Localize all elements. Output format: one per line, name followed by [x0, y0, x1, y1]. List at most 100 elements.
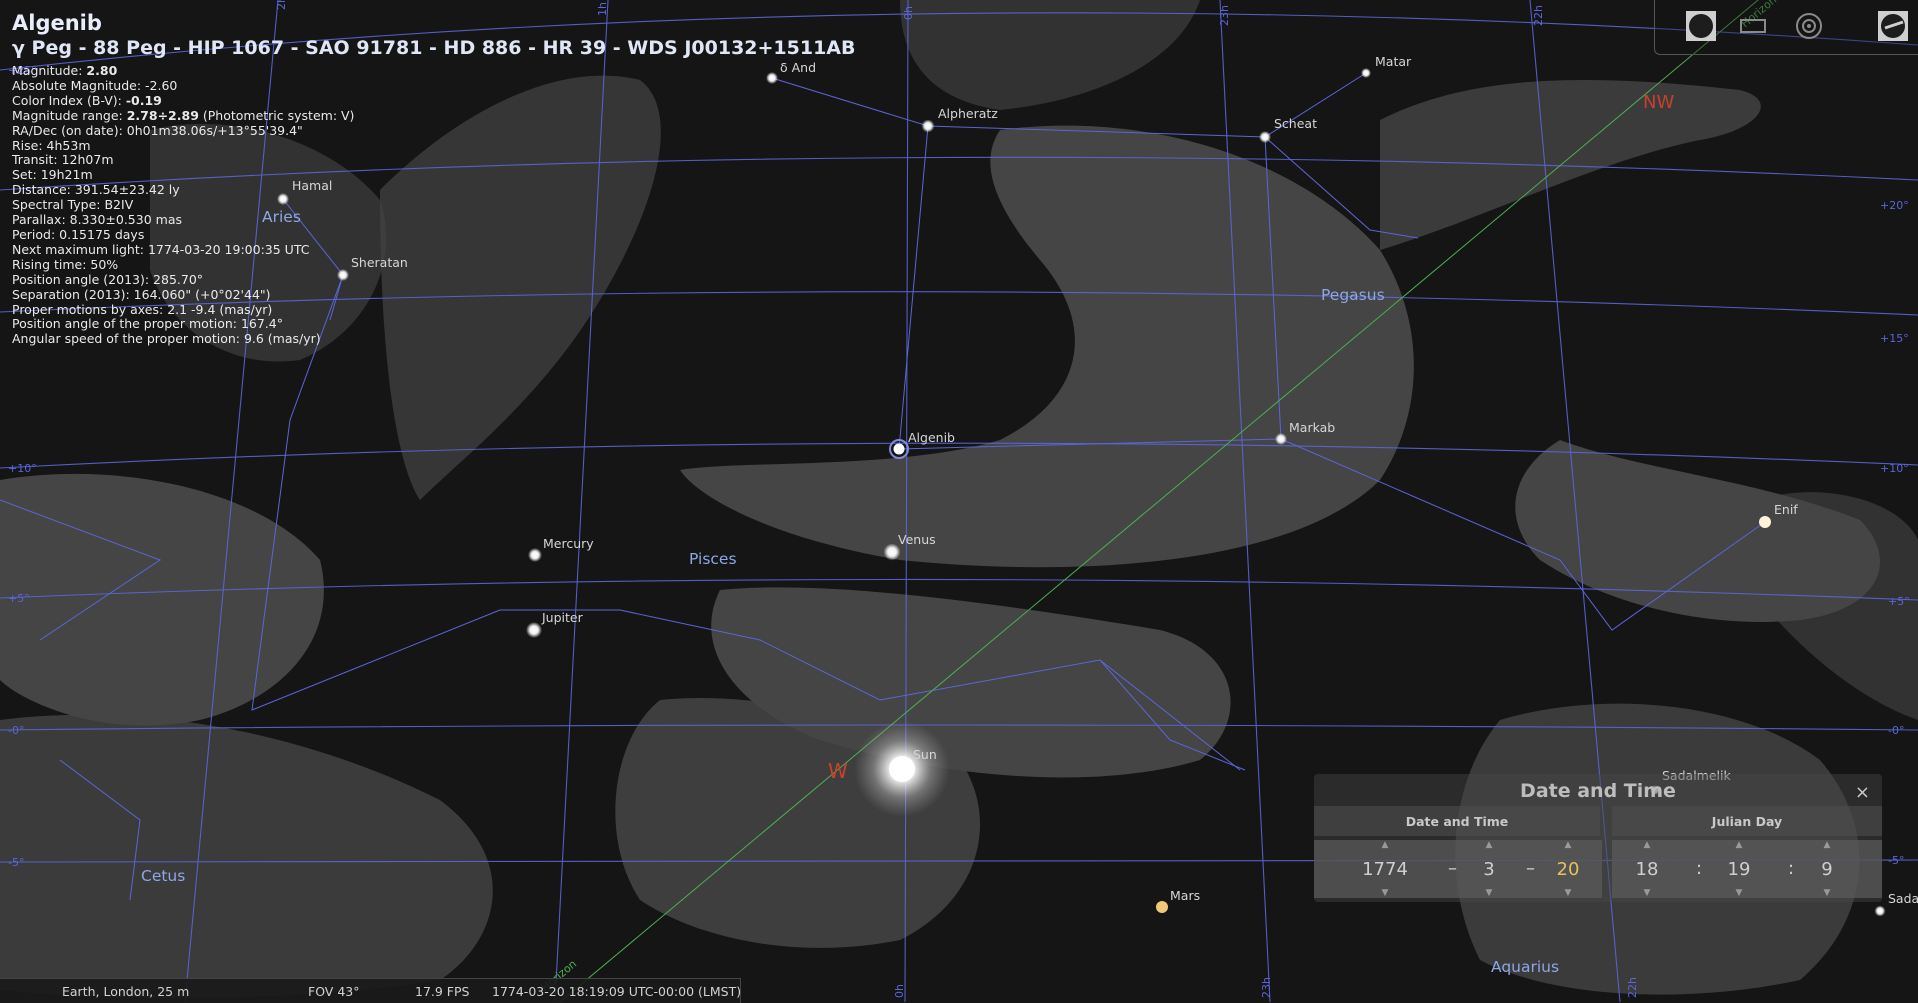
chevron-down-icon[interactable]: ▼ — [1824, 888, 1831, 898]
info-line: Absolute Magnitude: -2.60 — [12, 77, 856, 94]
dec-label-5-right: +5° — [1888, 595, 1910, 608]
info-line-label: Period: 0.15175 days — [12, 226, 145, 242]
dialog-title: Date and Time — [1520, 780, 1676, 802]
planet-toggle-icon[interactable] — [1683, 8, 1719, 44]
info-line-label: Proper motions by axes: 2.1 -9.4 (mas/yr… — [12, 301, 273, 317]
info-line-label: Position angle (2013): 285.70° — [12, 271, 204, 287]
info-line-label: Spectral Type: B2IV — [12, 197, 134, 213]
label-sun: Sun — [913, 747, 937, 762]
label-pegasus: Pegasus — [1321, 286, 1385, 304]
telescope-icon[interactable] — [1875, 8, 1911, 44]
sun-disk — [889, 756, 915, 782]
status-datetime[interactable]: 1774-03-20 18:19:09 UTC-00:00 (LMST) — [492, 984, 741, 999]
minute-value[interactable]: 19 — [1728, 859, 1751, 880]
info-line-value: -0.19 — [125, 92, 162, 108]
top-right-toolbar — [1654, 0, 1918, 55]
year-value[interactable]: 1774 — [1362, 859, 1408, 880]
info-line-label: Color Index (B-V): — [12, 92, 126, 108]
chevron-up-icon[interactable]: ▲ — [1486, 840, 1493, 850]
label-jupiter: Jupiter — [541, 610, 584, 625]
ra-label-2h: 2h — [275, 0, 288, 10]
info-line-label: Magnitude range: — [12, 107, 127, 123]
info-line: Spectral Type: B2IV — [12, 197, 856, 213]
info-line-label: Distance: 391.54±23.42 ly — [12, 182, 180, 198]
cardinal-w: W — [828, 759, 848, 783]
star-matar — [1361, 68, 1371, 78]
info-line-label: RA/Dec (on date): 0h01m38.06s/+13°55'39.… — [12, 122, 303, 138]
landscape-toggle-icon[interactable] — [1735, 8, 1771, 44]
label-markab: Markab — [1289, 420, 1335, 435]
planet-mercury — [528, 548, 542, 562]
day-value[interactable]: 20 — [1557, 859, 1580, 880]
star-enif — [1759, 516, 1771, 528]
status-location[interactable]: Earth, London, 25 m — [62, 984, 189, 999]
label-algenib: Algenib — [908, 430, 955, 445]
second-spinbox[interactable]: ▲ 9 ▼ — [1812, 840, 1842, 898]
object-name: Algenib — [12, 11, 102, 35]
info-line: Proper motions by axes: 2.1 -9.4 (mas/yr… — [12, 301, 856, 318]
info-line: Magnitude range: 2.78÷2.89 (Photometric … — [12, 107, 856, 124]
info-line-label: Angular speed of the proper motion: 9.6 … — [12, 331, 321, 347]
label-alpheratz: Alpheratz — [938, 106, 998, 121]
chevron-up-icon[interactable]: ▲ — [1565, 840, 1572, 850]
object-identifiers: γ Peg - 88 Peg - HIP 1067 - SAO 91781 - … — [12, 37, 856, 59]
info-line-value: 2.78÷2.89 — [126, 107, 199, 123]
info-line: Color Index (B-V): -0.19 — [12, 92, 856, 109]
tab-date-time[interactable]: Date and Time — [1314, 806, 1600, 836]
chevron-up-icon[interactable]: ▲ — [1824, 840, 1831, 850]
star-alpheratz — [921, 119, 935, 133]
dec-label-10-right: +10° — [1880, 462, 1909, 475]
target-icon[interactable] — [1791, 8, 1827, 44]
status-bar: Earth, London, 25 m FOV 43° 17.9 FPS 177… — [0, 978, 741, 1003]
info-line-label: Absolute Magnitude: -2.60 — [12, 77, 178, 93]
info-line: Parallax: 8.330±0.530 mas — [12, 212, 856, 228]
day-spinbox[interactable]: ▲ 20 ▼ — [1550, 840, 1586, 898]
info-line: Set: 19h21m — [12, 167, 856, 183]
info-line: Rising time: 50% — [12, 257, 856, 273]
chevron-up-icon[interactable]: ▲ — [1736, 840, 1743, 850]
time-separator: : — [1788, 858, 1795, 879]
star-sada — [1874, 905, 1886, 917]
info-line: Magnitude: 2.80 — [12, 63, 856, 79]
close-icon[interactable]: × — [1855, 782, 1870, 803]
month-value[interactable]: 3 — [1483, 859, 1494, 880]
ra-label-0h-bottom: 0h — [893, 984, 906, 998]
chevron-down-icon[interactable]: ▼ — [1486, 888, 1493, 898]
info-line: Position angle (2013): 285.70° — [12, 271, 856, 288]
info-line-label: Transit: 12h07m — [12, 152, 114, 168]
dec-label-20: +20° — [1880, 199, 1909, 212]
chevron-down-icon[interactable]: ▼ — [1644, 888, 1651, 898]
info-line: Angular speed of the proper motion: 9.6 … — [12, 331, 856, 347]
date-fields: ▲ 1774 ▼ – ▲ 3 ▼ – ▲ 20 ▼ — [1314, 840, 1602, 898]
status-fov: FOV 43° — [308, 984, 360, 999]
hour-value[interactable]: 18 — [1636, 859, 1659, 880]
chevron-down-icon[interactable]: ▼ — [1382, 888, 1389, 898]
chevron-up-icon[interactable]: ▲ — [1644, 840, 1651, 850]
dec-label-10-left: +10° — [8, 462, 37, 475]
ra-label-23h-bottom: 23h — [1260, 977, 1273, 998]
ra-label-0h: 0h — [902, 6, 915, 20]
minute-spinbox[interactable]: ▲ 19 ▼ — [1724, 840, 1754, 898]
label-mars: Mars — [1170, 888, 1200, 903]
info-line-label: Magnitude: — [12, 63, 87, 78]
chevron-down-icon[interactable]: ▼ — [1565, 888, 1572, 898]
year-spinbox[interactable]: ▲ 1774 ▼ — [1350, 840, 1420, 898]
chevron-up-icon[interactable]: ▲ — [1382, 840, 1389, 850]
month-spinbox[interactable]: ▲ 3 ▼ — [1474, 840, 1504, 898]
label-scheat: Scheat — [1274, 116, 1317, 131]
ra-label-23h: 23h — [1218, 5, 1231, 26]
ra-label-22h: 22h — [1532, 5, 1545, 26]
tab-julian-day[interactable]: Julian Day — [1612, 806, 1882, 836]
time-separator: : — [1696, 858, 1703, 879]
info-line: RA/Dec (on date): 0h01m38.06s/+13°55'39.… — [12, 122, 856, 139]
label-mercury: Mercury — [543, 536, 594, 551]
dec-label-15: +15° — [1880, 332, 1909, 345]
dec-label-0-right: -0° — [1888, 724, 1904, 737]
chevron-down-icon[interactable]: ▼ — [1736, 888, 1743, 898]
info-line: Position angle of the proper motion: 167… — [12, 316, 856, 332]
second-value[interactable]: 9 — [1821, 859, 1832, 880]
hour-spinbox[interactable]: ▲ 18 ▼ — [1632, 840, 1662, 898]
info-line-label: Rise: 4h53m — [12, 137, 91, 153]
info-line: Separation (2013): 164.060" (+0°02'44") — [12, 287, 856, 303]
time-fields: ▲ 18 ▼ : ▲ 19 ▼ : ▲ 9 ▼ — [1612, 840, 1882, 898]
